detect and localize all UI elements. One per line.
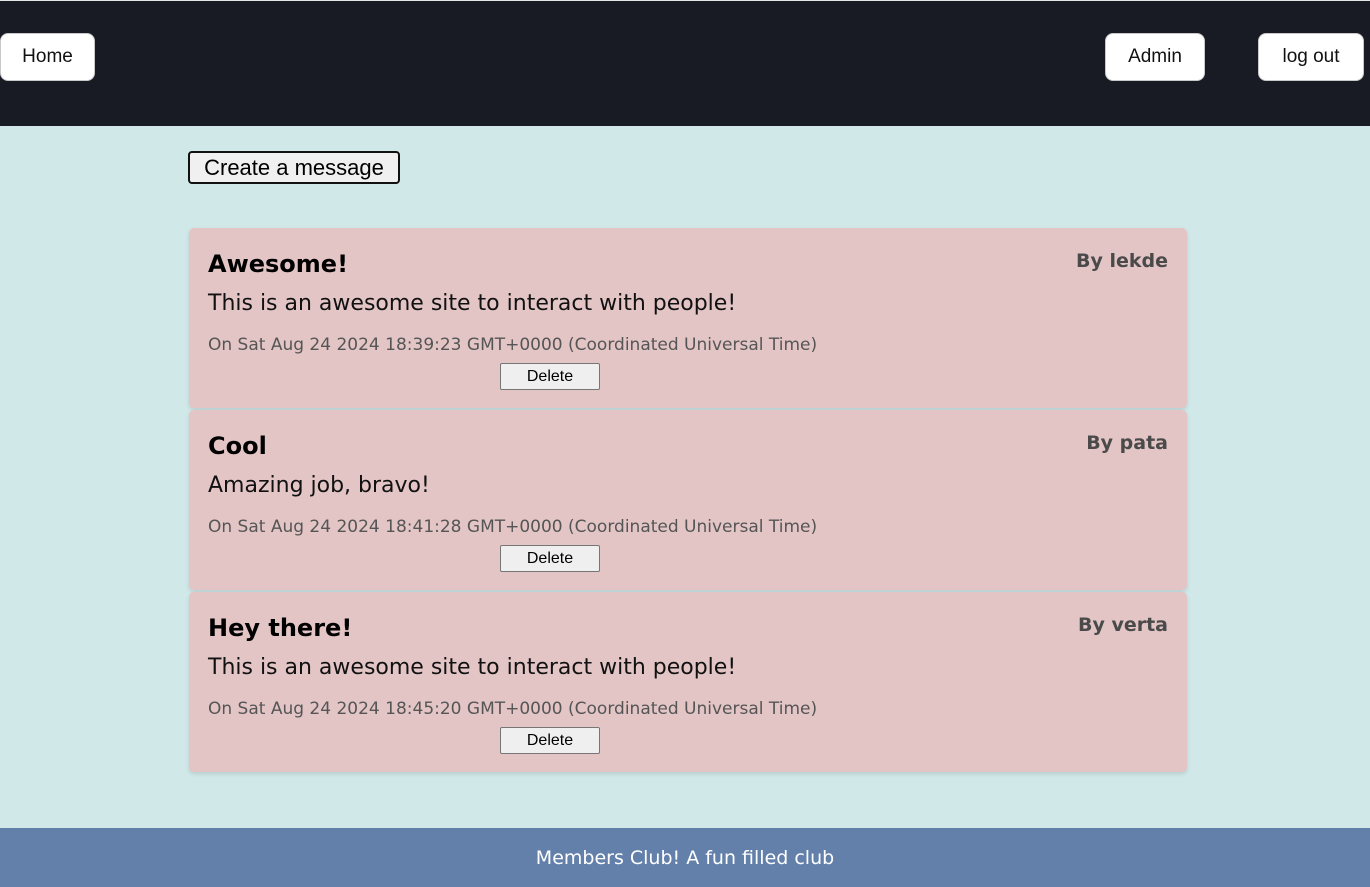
message-card: Awesome! By lekde This is an awesome sit… bbox=[189, 228, 1187, 408]
top-navbar: Home Admin log out bbox=[0, 0, 1370, 126]
message-body: This is an awesome site to interact with… bbox=[208, 291, 737, 316]
message-title: Hey there! bbox=[208, 614, 353, 642]
delete-button[interactable]: Delete bbox=[500, 727, 600, 754]
message-body: This is an awesome site to interact with… bbox=[208, 655, 737, 680]
message-date: On Sat Aug 24 2024 18:45:20 GMT+0000 (Co… bbox=[208, 699, 818, 719]
message-author: By lekde bbox=[1075, 250, 1168, 272]
delete-button[interactable]: Delete bbox=[500, 545, 600, 572]
footer: Members Club! A fun filled club bbox=[0, 828, 1370, 887]
footer-text: Members Club! A fun filled club bbox=[535, 846, 835, 869]
message-body: Amazing job, bravo! bbox=[208, 473, 430, 498]
message-list: Awesome! By lekde This is an awesome sit… bbox=[189, 228, 1187, 774]
message-author: By verta bbox=[1077, 614, 1168, 636]
delete-button[interactable]: Delete bbox=[500, 363, 600, 390]
message-author: By pata bbox=[1086, 432, 1168, 454]
message-card: Hey there! By verta This is an awesome s… bbox=[189, 592, 1187, 772]
message-date: On Sat Aug 24 2024 18:39:23 GMT+0000 (Co… bbox=[208, 335, 818, 355]
message-card: Cool By pata Amazing job, bravo! On Sat … bbox=[189, 410, 1187, 590]
home-button[interactable]: Home bbox=[0, 33, 95, 81]
message-title: Cool bbox=[208, 432, 267, 460]
logout-button[interactable]: log out bbox=[1258, 33, 1364, 81]
admin-button[interactable]: Admin bbox=[1105, 33, 1205, 81]
message-title: Awesome! bbox=[208, 250, 349, 278]
message-date: On Sat Aug 24 2024 18:41:28 GMT+0000 (Co… bbox=[208, 517, 818, 537]
create-message-button[interactable]: Create a message bbox=[188, 151, 400, 184]
